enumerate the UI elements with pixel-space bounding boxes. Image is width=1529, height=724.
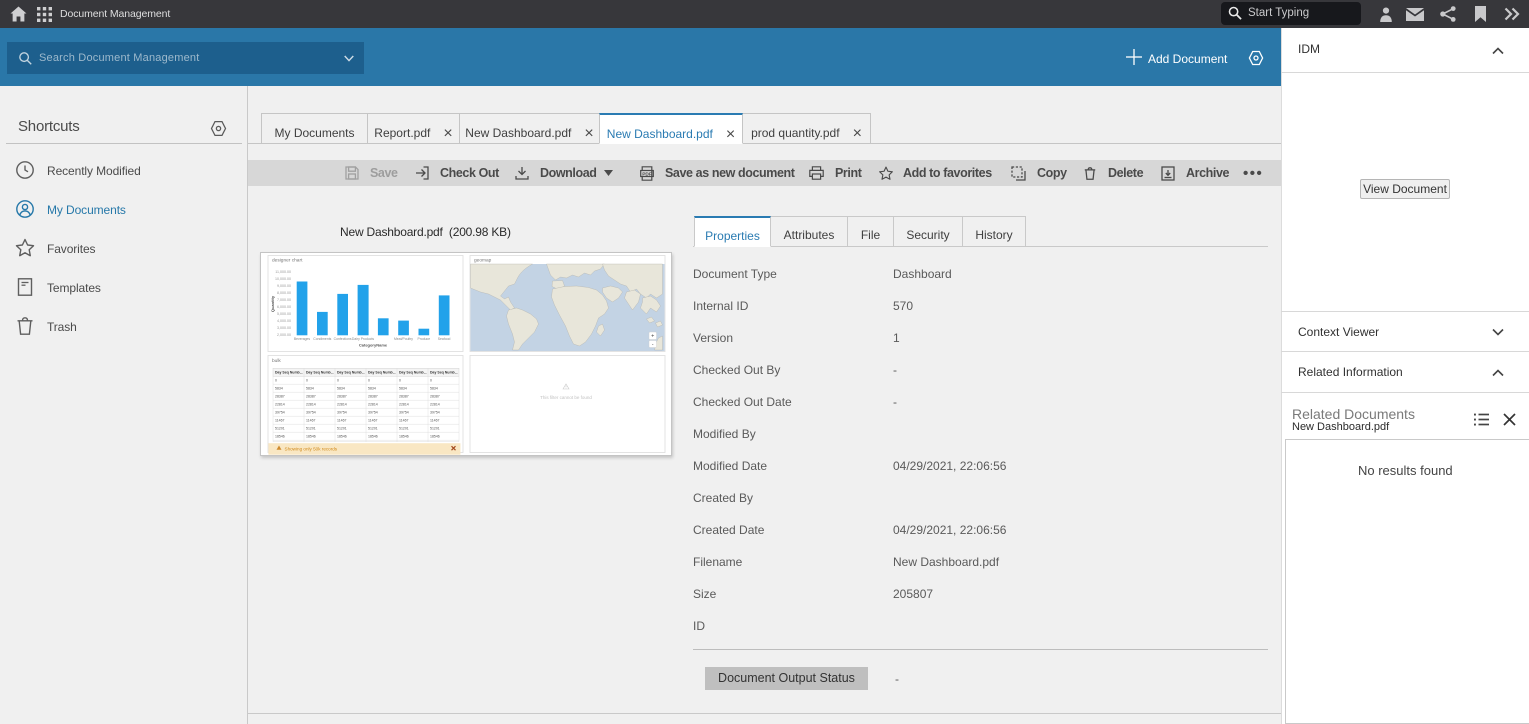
svg-text:Beverages: Beverages: [294, 337, 311, 341]
svg-text:-: -: [652, 342, 654, 348]
svg-text:0: 0: [275, 379, 277, 383]
svg-text:28387: 28387: [368, 395, 378, 399]
svg-text:51201: 51201: [337, 427, 347, 431]
svg-text:51201: 51201: [430, 427, 440, 431]
svg-text:Produce: Produce: [417, 337, 430, 341]
svg-text:18546: 18546: [337, 435, 347, 439]
svg-text:18546: 18546: [430, 435, 440, 439]
svg-text:39754: 39754: [430, 411, 440, 415]
svg-text:designer chart: designer chart: [272, 258, 303, 264]
svg-text:11467: 11467: [368, 419, 378, 423]
svg-text:39754: 39754: [399, 411, 409, 415]
svg-text:3,000.00: 3,000.00: [277, 326, 291, 330]
svg-text:PDF: PDF: [642, 172, 652, 178]
svg-text:+: +: [651, 334, 654, 340]
svg-text:51201: 51201: [306, 427, 316, 431]
svg-text:5834: 5834: [399, 387, 407, 391]
svg-text:Quantity: Quantity: [270, 295, 275, 312]
svg-text:Day Seq Numb...: Day Seq Numb...: [337, 371, 365, 375]
svg-text:Condiments: Condiments: [313, 337, 331, 341]
svg-text:5834: 5834: [368, 387, 376, 391]
svg-text:11467: 11467: [275, 419, 285, 423]
svg-text:Dairy Products: Dairy Products: [352, 337, 375, 341]
svg-text:Showing only 50k records: Showing only 50k records: [285, 447, 338, 452]
svg-text:39754: 39754: [337, 411, 347, 415]
svg-text:51201: 51201: [368, 427, 378, 431]
svg-text:22814: 22814: [306, 403, 316, 407]
svg-text:5834: 5834: [275, 387, 283, 391]
svg-text:28387: 28387: [430, 395, 440, 399]
svg-text:Day Seq Numb...: Day Seq Numb...: [399, 371, 427, 375]
svg-text:11,000.00: 11,000.00: [275, 270, 291, 274]
svg-text:0: 0: [368, 379, 370, 383]
svg-text:4,000.00: 4,000.00: [277, 319, 291, 323]
svg-text:0: 0: [399, 379, 401, 383]
svg-text:11467: 11467: [306, 419, 316, 423]
svg-text:28387: 28387: [275, 395, 285, 399]
svg-text:Day Seq Numb...: Day Seq Numb...: [368, 371, 396, 375]
svg-text:39754: 39754: [368, 411, 378, 415]
svg-text:0: 0: [306, 379, 308, 383]
svg-text:22814: 22814: [430, 403, 440, 407]
svg-text:Confections: Confections: [334, 337, 352, 341]
svg-text:22814: 22814: [337, 403, 347, 407]
svg-text:51201: 51201: [275, 427, 285, 431]
svg-text:11467: 11467: [430, 419, 440, 423]
svg-text:18546: 18546: [399, 435, 409, 439]
svg-text:Seafood: Seafood: [438, 337, 451, 341]
svg-text:28387: 28387: [399, 395, 409, 399]
svg-text:22814: 22814: [399, 403, 409, 407]
svg-text:11467: 11467: [337, 419, 347, 423]
svg-text:Day Seq Numb...: Day Seq Numb...: [275, 371, 303, 375]
svg-text:8,000.00: 8,000.00: [277, 291, 291, 295]
svg-text:Meat/Poultry: Meat/Poultry: [394, 337, 413, 341]
svg-text:5834: 5834: [430, 387, 438, 391]
svg-text:CategoryName: CategoryName: [359, 343, 388, 348]
svg-text:18546: 18546: [306, 435, 316, 439]
svg-text:7,000.00: 7,000.00: [277, 298, 291, 302]
svg-text:51201: 51201: [399, 427, 409, 431]
svg-text:5,000.00: 5,000.00: [277, 312, 291, 316]
svg-text:geomap: geomap: [474, 259, 492, 264]
svg-text:Day Seq Numb...: Day Seq Numb...: [306, 371, 334, 375]
svg-text:5834: 5834: [337, 387, 345, 391]
svg-text:11467: 11467: [399, 419, 409, 423]
svg-text:39754: 39754: [275, 411, 285, 415]
svg-text:22814: 22814: [368, 403, 378, 407]
svg-text:6,000.00: 6,000.00: [277, 305, 291, 309]
svg-text:5834: 5834: [306, 387, 314, 391]
svg-text:bulk: bulk: [272, 358, 281, 364]
svg-text:39754: 39754: [306, 411, 316, 415]
svg-text:9,000.00: 9,000.00: [277, 284, 291, 288]
svg-text:10,000.00: 10,000.00: [275, 277, 291, 281]
svg-text:28387: 28387: [306, 395, 316, 399]
svg-text:0: 0: [337, 379, 339, 383]
svg-text:22814: 22814: [275, 403, 285, 407]
svg-text:18546: 18546: [275, 435, 285, 439]
svg-text:Day Seq Numb...: Day Seq Numb...: [430, 371, 458, 375]
svg-text:28387: 28387: [337, 395, 347, 399]
svg-text:2,000.00: 2,000.00: [277, 333, 291, 337]
svg-text:18546: 18546: [368, 435, 378, 439]
svg-text:This filter cannot be found: This filter cannot be found: [540, 395, 592, 400]
svg-text:0: 0: [430, 379, 432, 383]
